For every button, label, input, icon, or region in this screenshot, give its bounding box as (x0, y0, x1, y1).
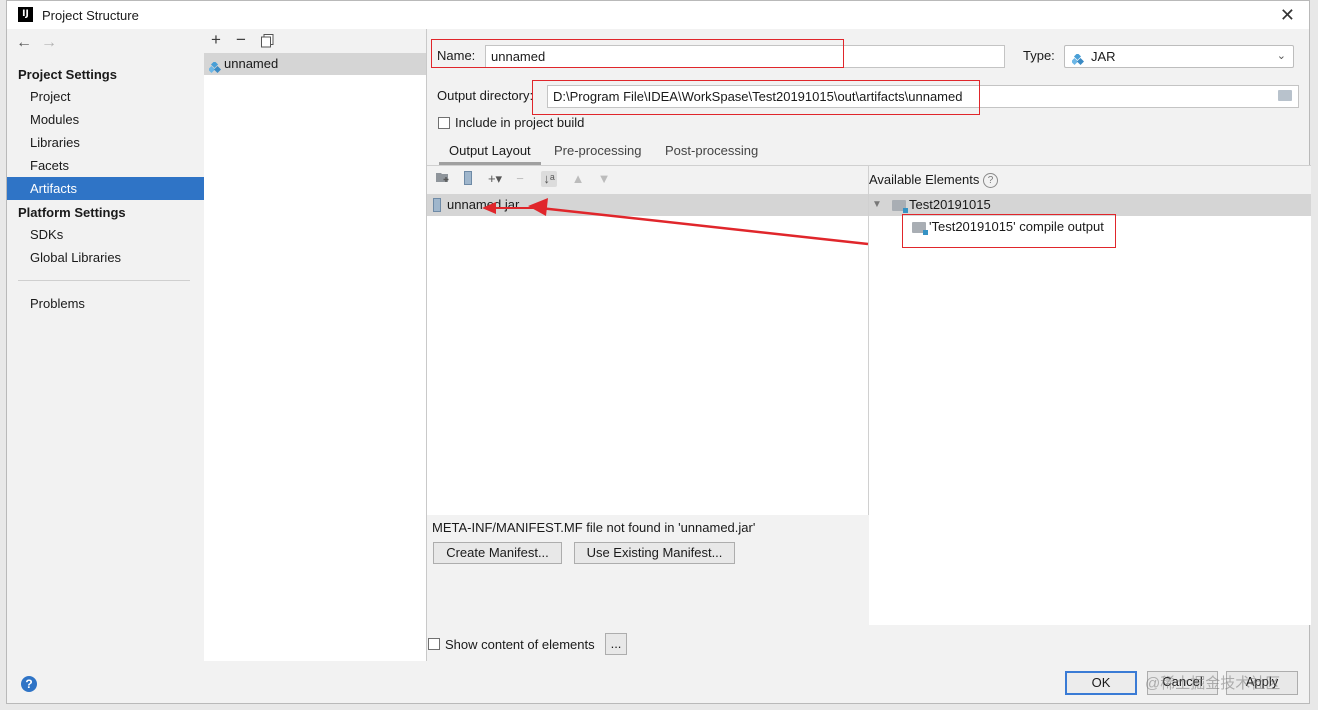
type-select-value: JAR (1091, 49, 1116, 64)
nav-item-problems[interactable]: Problems (7, 292, 204, 315)
nav-item-global-libraries[interactable]: Global Libraries (7, 246, 204, 269)
remove-icon[interactable]: − (512, 171, 528, 187)
include-in-build-label: Include in project build (455, 115, 585, 130)
browse-folder-icon[interactable] (1278, 90, 1292, 101)
tab-output-layout[interactable]: Output Layout (439, 139, 541, 165)
ok-button[interactable]: OK (1065, 671, 1137, 695)
move-down-icon[interactable]: ▼ (596, 171, 612, 187)
nav-item-sdks[interactable]: SDKs (7, 223, 204, 246)
project-structure-dialog: IJ Project Structure ✕ ← → Project Setti… (6, 0, 1311, 704)
artifact-details-panel: Name: unnamed Type: JAR ⌄ Output directo… (427, 29, 1311, 661)
show-content-options-button[interactable]: ... (605, 633, 627, 655)
copy-icon[interactable] (261, 33, 274, 53)
manifest-message: META-INF/MANIFEST.MF file not found in '… (432, 520, 756, 535)
output-layout-tree: +▾ − ↓ᵃ ▲ ▼ unnamed.jar (427, 166, 869, 515)
artifact-list-toolbar: + − (204, 29, 426, 53)
show-content-checkbox[interactable] (428, 638, 440, 650)
output-root-jar[interactable]: unnamed.jar (427, 194, 868, 216)
use-existing-manifest-button[interactable]: Use Existing Manifest... (574, 542, 735, 564)
available-elements-title: Available Elements (869, 172, 980, 187)
artifact-jar-icon (207, 59, 222, 81)
output-directory-field[interactable]: D:\Program File\IDEA\WorkSpase\Test20191… (547, 85, 1299, 108)
move-up-icon[interactable]: ▲ (570, 171, 586, 187)
jar-archive-icon (433, 198, 441, 212)
add-icon[interactable]: +▾ (487, 171, 503, 187)
artifact-list-panel: + − unnamed (204, 29, 427, 661)
nav-item-artifacts[interactable]: Artifacts (7, 177, 204, 200)
project-settings-heading: Project Settings (18, 67, 117, 82)
tab-post-processing[interactable]: Post-processing (655, 139, 768, 165)
close-icon[interactable]: ✕ (1280, 5, 1295, 26)
type-label: Type: (1023, 48, 1055, 63)
tab-pre-processing[interactable]: Pre-processing (544, 139, 651, 165)
window-title: Project Structure (42, 8, 139, 23)
include-in-build-checkbox[interactable] (438, 117, 450, 129)
arrow-left-icon[interactable]: ← (16, 34, 32, 52)
arrow-right-icon[interactable]: → (41, 34, 57, 52)
artifact-item-unnamed[interactable]: unnamed (204, 53, 426, 75)
remove-artifact-button[interactable]: − (236, 30, 246, 50)
tree-item-compile-output[interactable]: 'Test20191015' compile output (869, 216, 1311, 238)
title-bar: IJ Project Structure ✕ (7, 1, 1309, 29)
module-folder-icon (892, 200, 908, 213)
tree-item-compile-output-label: 'Test20191015' compile output (929, 219, 1104, 234)
help-button[interactable]: ? (21, 676, 37, 692)
create-manifest-button[interactable]: Create Manifest... (433, 542, 562, 564)
add-artifact-button[interactable]: + (211, 30, 221, 50)
available-elements-tree: ▼ Test20191015 'Test20191015' compile ou… (869, 194, 1311, 625)
tree-item-module[interactable]: ▼ Test20191015 (869, 194, 1311, 216)
name-label: Name: (437, 48, 476, 63)
archive-icon[interactable] (460, 171, 476, 187)
platform-settings-heading: Platform Settings (18, 205, 126, 220)
manifest-panel: META-INF/MANIFEST.MF file not found in '… (427, 515, 868, 625)
help-icon[interactable]: ? (983, 173, 998, 188)
output-layout-toolbar: +▾ − ↓ᵃ ▲ ▼ (427, 166, 868, 194)
settings-nav: ← → Project Settings Project Modules Lib… (7, 29, 205, 661)
output-directory-value: D:\Program File\IDEA\WorkSpase\Test20191… (553, 89, 963, 104)
output-directory-label: Output directory: (437, 88, 534, 103)
artifact-item-label: unnamed (224, 56, 279, 71)
show-content-label: Show content of elements (445, 637, 595, 652)
type-select[interactable]: JAR ⌄ (1064, 45, 1294, 68)
chevron-down-icon: ⌄ (1276, 50, 1286, 62)
tree-item-module-label: Test20191015 (909, 197, 991, 212)
nav-item-facets[interactable]: Facets (7, 154, 204, 177)
watermark: @稀土掘金技术社区 (1145, 675, 1281, 692)
nav-item-project[interactable]: Project (7, 85, 204, 108)
jar-type-icon (1070, 51, 1085, 72)
intellij-logo-icon: IJ (18, 7, 33, 22)
sort-icon[interactable]: ↓ᵃ (541, 171, 557, 187)
available-elements-header: Available Elements ? (869, 166, 1311, 194)
nav-item-libraries[interactable]: Libraries (7, 131, 204, 154)
name-field[interactable]: unnamed (485, 45, 1005, 68)
chevron-down-icon[interactable]: ▼ (872, 194, 882, 216)
create-directory-icon[interactable] (435, 171, 451, 187)
output-root-label: unnamed.jar (447, 197, 520, 212)
nav-item-modules[interactable]: Modules (7, 108, 204, 131)
nav-divider (18, 280, 190, 281)
compile-output-folder-icon (912, 222, 928, 235)
